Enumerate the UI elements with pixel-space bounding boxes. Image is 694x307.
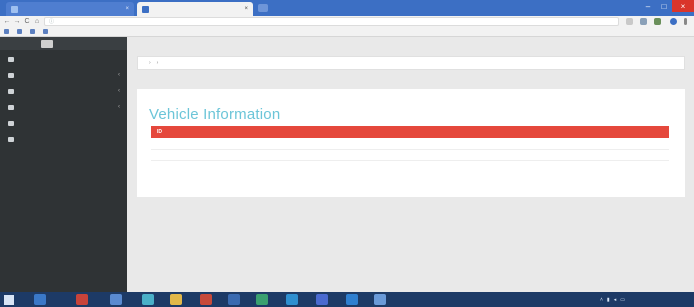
vehicle-table: ID <box>151 126 669 161</box>
extension-icon[interactable] <box>640 18 647 25</box>
taskbar-app-icon[interactable] <box>110 294 122 305</box>
taskbar-app-icon[interactable] <box>374 294 386 305</box>
taskbar-app-icon[interactable] <box>142 294 154 305</box>
tab-close-icon[interactable]: × <box>125 6 129 12</box>
chevron-left-icon: ‹ <box>118 72 120 78</box>
extension-icon[interactable] <box>654 18 661 25</box>
browser-tab-active[interactable]: × <box>137 2 253 16</box>
tab-close-icon[interactable]: × <box>244 6 248 12</box>
menu-icon[interactable] <box>684 18 687 25</box>
taskbar-app-icon[interactable] <box>228 294 240 305</box>
sidebar-item-3[interactable]: ‹ <box>0 84 127 98</box>
start-button-icon[interactable] <box>4 295 14 305</box>
column-header: ID <box>151 126 233 138</box>
table-cell <box>505 149 579 161</box>
sidebar-item-dashboard[interactable] <box>0 52 127 66</box>
bookmark-item[interactable] <box>30 29 37 34</box>
chevron-left-icon: ‹ <box>118 104 120 110</box>
menu-toggle-icon[interactable] <box>41 40 53 48</box>
bookmark-icon <box>17 29 22 34</box>
sidebar-item-4[interactable]: ‹ <box>0 100 127 114</box>
delete-link[interactable] <box>579 138 669 150</box>
taskbar-app-icon[interactable] <box>170 294 182 305</box>
car-icon <box>8 120 14 126</box>
bookmark-icon <box>30 29 35 34</box>
table-row <box>151 138 669 150</box>
bookmark-icon <box>43 29 48 34</box>
table-cell <box>233 138 393 150</box>
table-cell <box>393 138 505 150</box>
bookmark-star-icon[interactable] <box>626 18 633 25</box>
vehicle-icon <box>8 104 14 110</box>
taskbar-app-icon[interactable] <box>316 294 328 305</box>
bookmark-item[interactable] <box>17 29 24 34</box>
info-icon: ⓘ <box>49 19 55 25</box>
battery-icon[interactable]: ▭ <box>620 297 625 303</box>
os-taskbar: ˄ ▮ ◂ ▭ <box>0 292 694 307</box>
apps-icon <box>4 29 9 34</box>
tray-chevron-icon[interactable]: ˄ <box>600 297 603 303</box>
table-header-row: ID <box>151 126 669 138</box>
column-header <box>233 126 393 138</box>
breadcrumb-separator-icon: › <box>156 60 159 66</box>
table-cell <box>393 149 505 161</box>
window-maximize-button[interactable]: □ <box>656 0 672 12</box>
browser-tabstrip: × × – □ × <box>0 0 694 16</box>
browser-toolbar: ← → C ⌂ ⓘ <box>0 16 694 27</box>
window-minimize-button[interactable]: – <box>640 0 656 12</box>
vehicle-panel: Vehicle Information ID <box>137 89 685 197</box>
home-button[interactable]: ⌂ <box>32 17 42 27</box>
back-button[interactable]: ← <box>2 17 12 27</box>
new-tab-button[interactable] <box>258 4 268 12</box>
table-cell <box>151 149 233 161</box>
taskbar-app-icon[interactable] <box>76 294 88 305</box>
browser-tab-inactive[interactable]: × <box>6 2 134 16</box>
delete-link[interactable] <box>579 149 669 161</box>
tab-favicon-icon <box>11 5 18 13</box>
taskbar-app-icon[interactable] <box>286 294 298 305</box>
column-header <box>393 126 505 138</box>
system-tray: ˄ ▮ ◂ ▭ <box>600 292 625 307</box>
network-icon[interactable]: ▮ <box>607 297 610 303</box>
table-cell <box>233 149 393 161</box>
window-close-button[interactable]: × <box>672 0 694 12</box>
sidebar: ‹ ‹ ‹ <box>0 37 127 292</box>
table-cell <box>151 138 233 150</box>
table-row <box>151 149 669 161</box>
taskbar-app-icon[interactable] <box>200 294 212 305</box>
taskbar-app-icon[interactable] <box>256 294 268 305</box>
taskbar-app-icon[interactable] <box>34 294 46 305</box>
page-title: Vehicle Information <box>149 106 281 123</box>
volume-icon[interactable]: ◂ <box>614 297 617 303</box>
tab-favicon-icon <box>142 5 149 13</box>
address-bar[interactable]: ⓘ <box>44 17 619 26</box>
taskbar-app-icon[interactable] <box>346 294 358 305</box>
logout-icon <box>8 136 14 142</box>
menu-item-icon <box>8 88 14 94</box>
reload-button[interactable]: C <box>22 17 32 27</box>
bookmark-item[interactable] <box>43 29 50 34</box>
main-content: › › Vehicle Information ID <box>127 37 694 292</box>
breadcrumb-separator-icon: › <box>149 60 151 66</box>
table-cell <box>505 138 579 150</box>
bookmarks-bar <box>0 27 694 37</box>
chevron-left-icon: ‹ <box>118 88 120 94</box>
sidebar-item-5[interactable] <box>0 116 127 130</box>
forward-button[interactable]: → <box>12 17 22 27</box>
sidebar-header <box>0 37 127 50</box>
breadcrumb: › › <box>137 56 685 70</box>
profile-icon[interactable] <box>670 18 677 25</box>
column-header <box>579 126 669 138</box>
column-header <box>505 126 579 138</box>
dashboard-icon <box>8 56 14 62</box>
sidebar-item-2[interactable]: ‹ <box>0 68 127 82</box>
sidebar-item-6[interactable] <box>0 132 127 146</box>
menu-item-icon <box>8 72 14 78</box>
bookmark-item[interactable] <box>4 29 11 34</box>
